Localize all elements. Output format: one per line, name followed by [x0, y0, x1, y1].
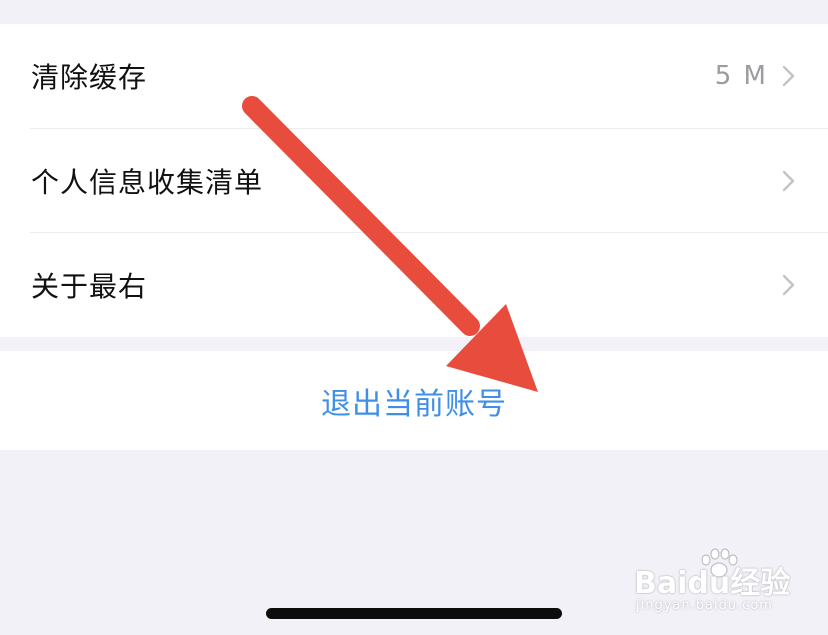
baidu-jingyan-watermark: Baidu经验 jingyan.baidu.com — [632, 548, 822, 618]
cache-size-value: 5 M — [714, 61, 768, 91]
home-indicator[interactable] — [266, 608, 562, 619]
watermark-site: jingyan.baidu.com — [636, 598, 773, 613]
settings-group: 清除缓存 5 M 个人信息收集清单 关于最右 — [0, 24, 828, 337]
about-label: 关于最右 — [31, 270, 148, 303]
watermark-brand: Baidu经验 — [634, 566, 791, 601]
logout-button[interactable]: 退出当前账号 — [0, 351, 828, 450]
personal-info-list-row[interactable]: 个人信息收集清单 — [0, 129, 828, 233]
about-row[interactable]: 关于最右 — [0, 233, 828, 337]
personal-info-list-label: 个人信息收集清单 — [31, 166, 264, 199]
chevron-right-icon — [782, 170, 795, 192]
chevron-right-icon — [782, 274, 795, 296]
clear-cache-row[interactable]: 清除缓存 5 M — [0, 24, 828, 128]
chevron-right-icon — [782, 65, 795, 87]
clear-cache-label: 清除缓存 — [31, 61, 148, 94]
logout-group: 退出当前账号 — [0, 351, 828, 450]
